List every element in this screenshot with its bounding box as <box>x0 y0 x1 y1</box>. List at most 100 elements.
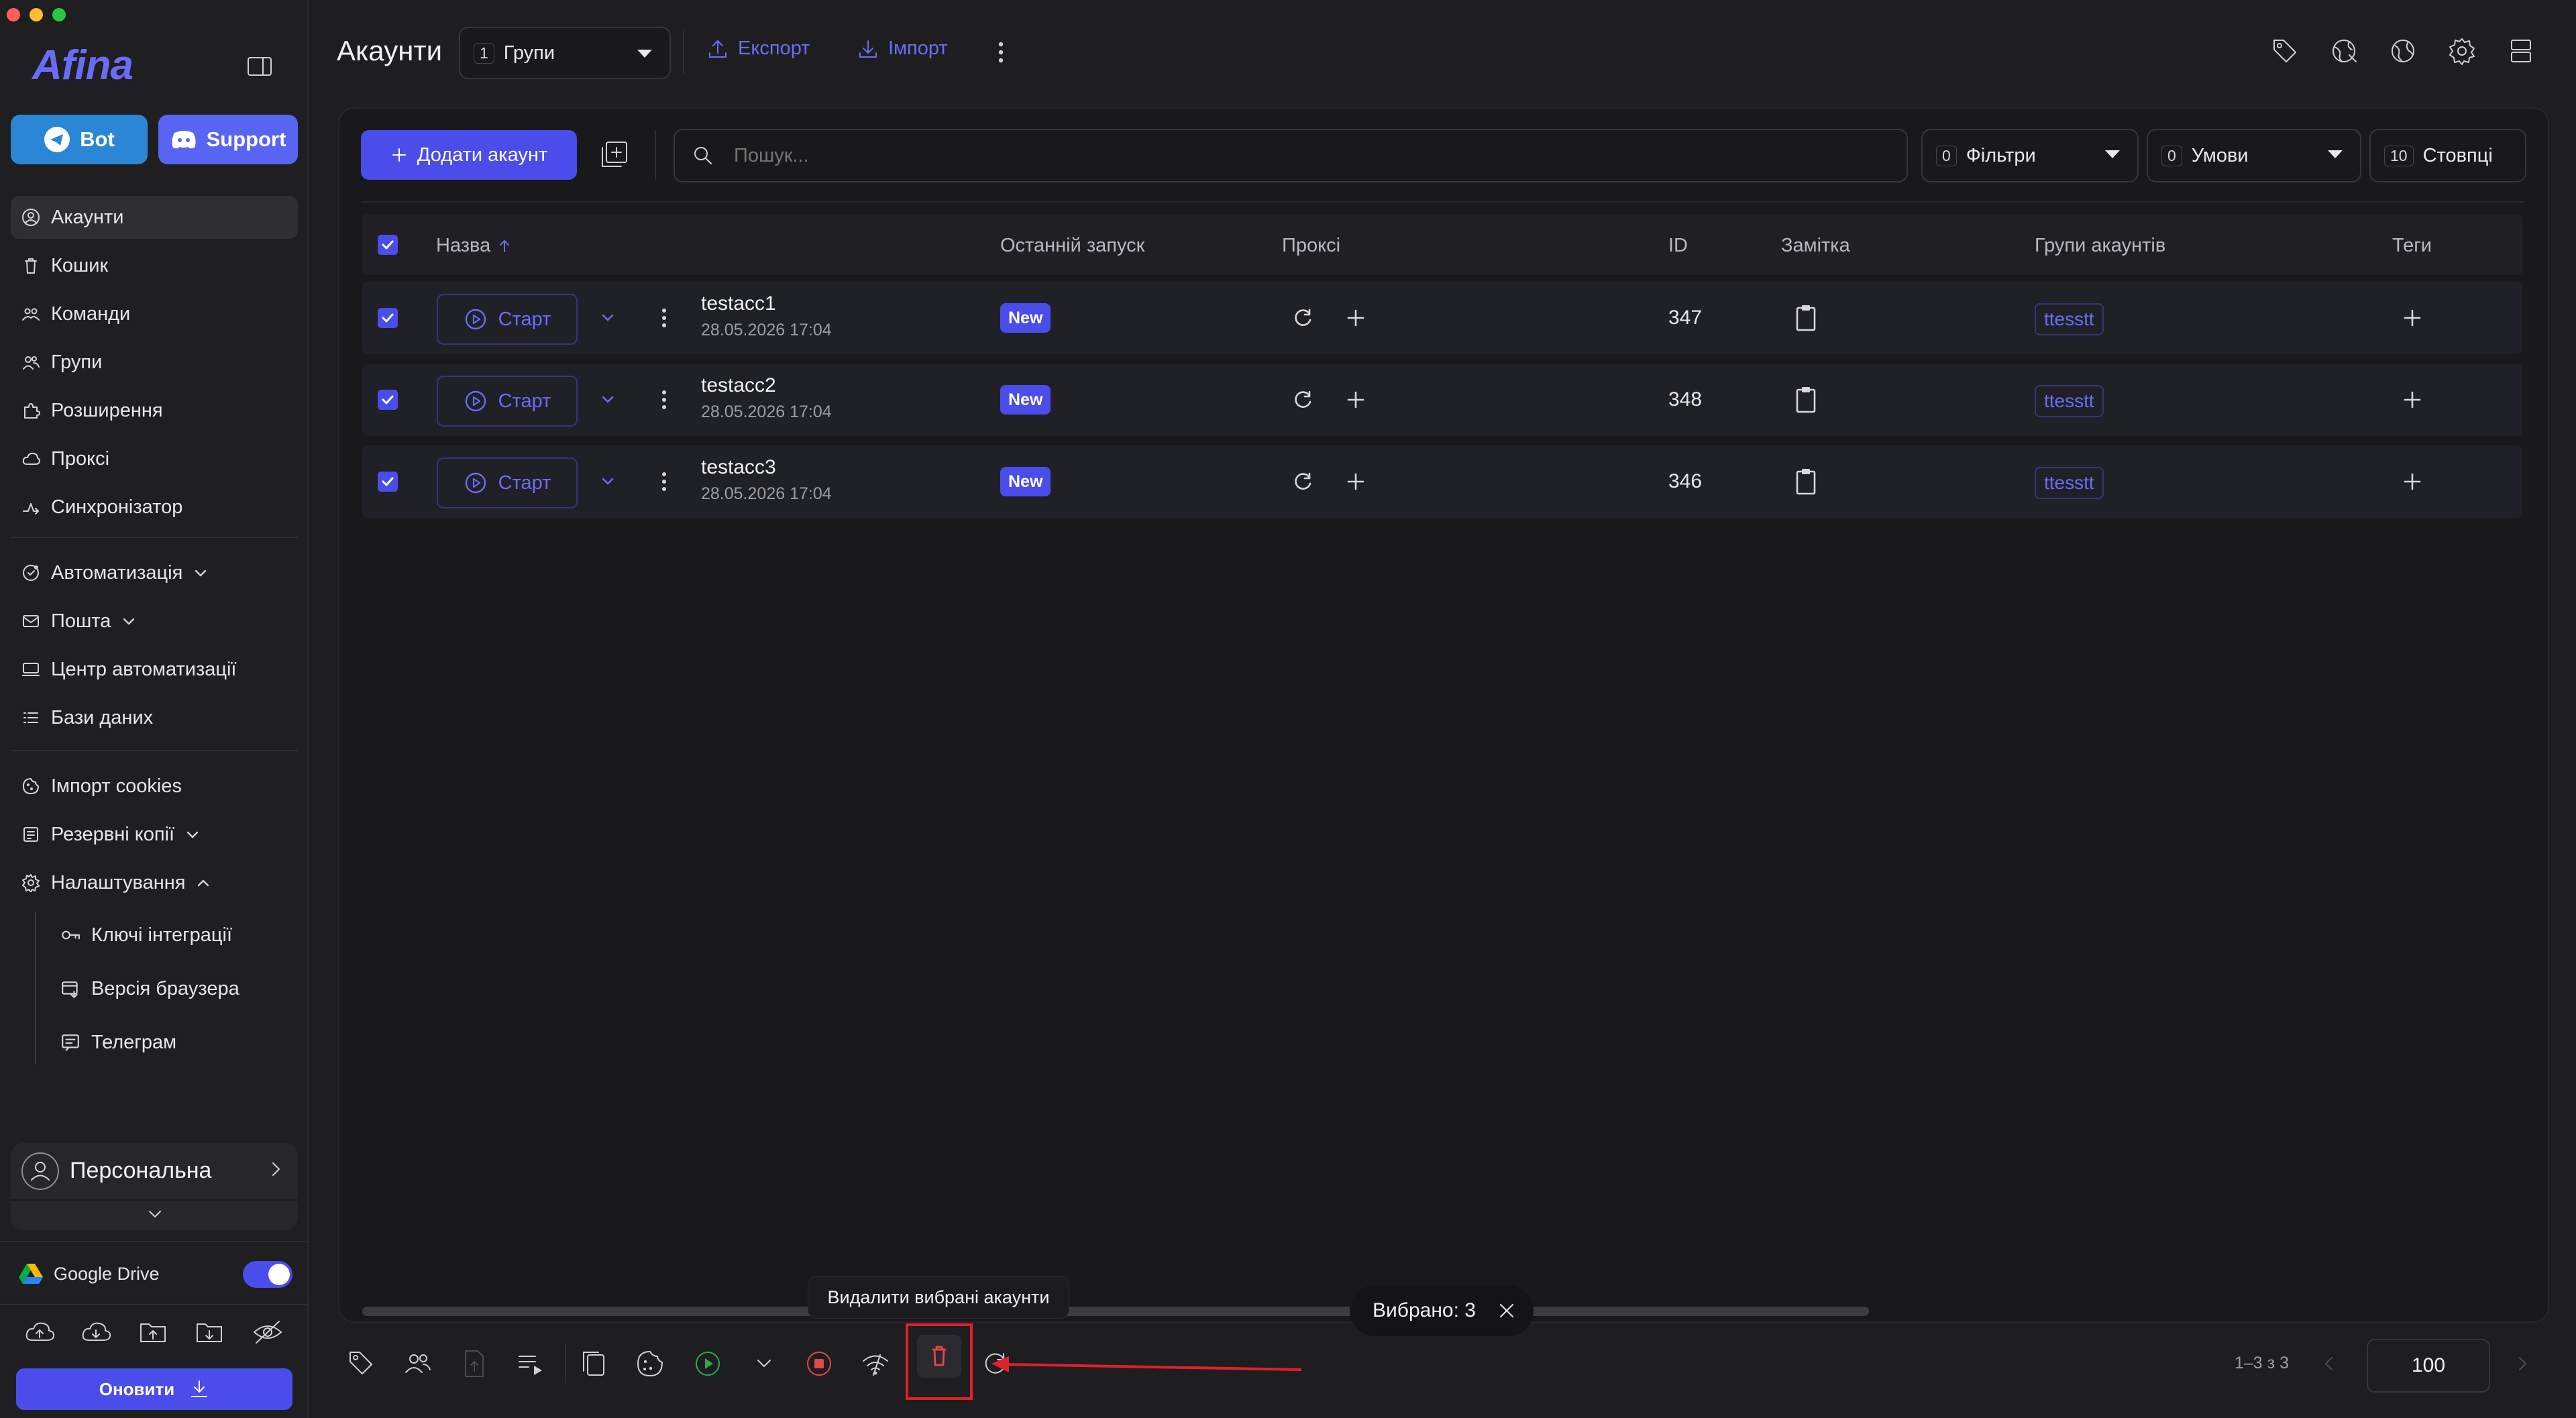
column-header-note[interactable]: Замітка <box>1781 235 1850 257</box>
search-input[interactable] <box>733 144 1876 168</box>
refresh-proxy-icon[interactable] <box>1291 306 1315 330</box>
add-tag-icon[interactable] <box>2400 306 2424 330</box>
horizontal-scrollbar[interactable] <box>362 1307 1869 1316</box>
add-tag-icon[interactable] <box>2400 388 2424 412</box>
more-vertical-icon[interactable] <box>996 39 1006 66</box>
add-proxy-icon[interactable] <box>1344 306 1368 330</box>
note-clipboard-icon[interactable] <box>1792 385 1819 415</box>
eye-off-icon[interactable] <box>252 1319 283 1346</box>
sidebar-item-sidebar-nav-2[interactable]: Команди <box>11 292 298 335</box>
start-button[interactable]: Старт <box>437 457 578 508</box>
sidebar-item-sidebar-nav2-1[interactable]: Пошта <box>11 600 298 643</box>
chevron-down-icon[interactable] <box>184 826 201 843</box>
more-vertical-icon[interactable] <box>659 306 669 330</box>
add-account-button[interactable]: Додати акаунт <box>361 130 577 180</box>
row-checkbox[interactable] <box>378 472 398 492</box>
add-proxy-icon[interactable] <box>1344 470 1368 494</box>
google-drive-toggle[interactable] <box>243 1261 292 1288</box>
account-name[interactable]: testacc1 <box>701 292 776 315</box>
column-header-proxy[interactable]: Проксі <box>1282 235 1340 257</box>
sidebar-item-sidebar-nav-5[interactable]: Проксі <box>11 437 298 480</box>
row-checkbox[interactable] <box>378 390 398 410</box>
copy-icon[interactable] <box>578 1348 609 1379</box>
note-clipboard-icon[interactable] <box>1792 303 1819 333</box>
columns-button[interactable]: 10 Стовпці <box>2369 129 2526 182</box>
select-all-checkbox[interactable] <box>378 235 398 255</box>
add-multiple-icon[interactable] <box>598 140 629 170</box>
conditions-select[interactable]: 0 Умови <box>2147 129 2361 182</box>
table-row[interactable] <box>362 445 2522 518</box>
chevron-right-icon[interactable] <box>266 1159 286 1179</box>
account-name[interactable]: testacc3 <box>701 456 776 479</box>
tag-icon[interactable] <box>346 1348 377 1379</box>
playlist-icon[interactable] <box>515 1348 546 1379</box>
globe-off-icon[interactable] <box>2329 36 2359 66</box>
sidebar-item-sidebar-nav3-0[interactable]: Імпорт cookies <box>11 765 298 808</box>
bot-button[interactable]: Bot <box>11 115 148 164</box>
table-row[interactable] <box>362 364 2522 436</box>
sidebar-subitem-2[interactable]: Телеграм <box>60 1021 176 1064</box>
sidebar-item-sidebar-nav3-1[interactable]: Резервні копії <box>11 813 298 856</box>
chevron-down-icon[interactable] <box>598 472 617 491</box>
play-circle-icon[interactable] <box>692 1348 723 1379</box>
chevron-down-icon[interactable] <box>749 1348 780 1379</box>
search-field[interactable] <box>674 129 1908 182</box>
workspace-selector[interactable]: Персональна <box>11 1143 298 1230</box>
globe-icon[interactable] <box>2388 36 2418 66</box>
folder-download-icon[interactable] <box>195 1319 224 1346</box>
next-page-icon[interactable] <box>2513 1352 2532 1375</box>
account-name[interactable]: testacc2 <box>701 374 776 397</box>
chevron-down-icon[interactable] <box>120 612 138 630</box>
close-icon[interactable] <box>1497 1301 1516 1320</box>
start-button[interactable]: Старт <box>437 376 578 427</box>
account-group-tag[interactable]: ttesstt <box>2035 467 2104 499</box>
sidebar-item-sidebar-nav-0[interactable]: Акаунти <box>11 196 298 239</box>
import-button[interactable]: Імпорт <box>857 38 948 60</box>
settings-icon[interactable] <box>2447 36 2477 66</box>
maximize-window-button[interactable] <box>52 8 66 21</box>
chevron-down-icon[interactable] <box>192 564 209 582</box>
tag-icon[interactable] <box>2270 36 2300 66</box>
page-size-input[interactable]: 100 <box>2367 1339 2490 1393</box>
cloud-upload-icon[interactable] <box>24 1319 55 1346</box>
more-vertical-icon[interactable] <box>659 470 669 494</box>
collapse-sidebar-icon[interactable] <box>247 56 272 76</box>
table-row[interactable] <box>362 282 2522 354</box>
sidebar-subitem-0[interactable]: Ключі інтеграції <box>60 914 232 957</box>
close-window-button[interactable] <box>7 8 20 21</box>
add-tag-icon[interactable] <box>2400 470 2424 494</box>
update-button[interactable]: Оновити <box>16 1368 292 1410</box>
chevron-down-icon[interactable] <box>598 309 617 327</box>
column-header-id[interactable]: ID <box>1668 235 1688 257</box>
sidebar-item-sidebar-nav-6[interactable]: Синхронізатор <box>11 486 298 529</box>
cookie-icon[interactable] <box>635 1348 665 1379</box>
chevron-down-icon[interactable] <box>145 1206 165 1223</box>
refresh-proxy-icon[interactable] <box>1291 388 1315 412</box>
column-header-groups[interactable]: Групи акаунтів <box>2035 235 2165 257</box>
more-vertical-icon[interactable] <box>659 388 669 412</box>
column-header-last-run[interactable]: Останній запуск <box>1000 235 1144 257</box>
delete-selected-button[interactable] <box>917 1335 961 1378</box>
support-button[interactable]: Support <box>158 115 298 164</box>
cloud-download-icon[interactable] <box>80 1319 111 1346</box>
column-header-name[interactable]: Назва <box>436 235 512 257</box>
filters-select[interactable]: 0 Фільтри <box>1921 129 2139 182</box>
account-group-tag[interactable]: ttesstt <box>2035 303 2104 335</box>
add-proxy-icon[interactable] <box>1344 388 1368 412</box>
account-group-tag[interactable]: ttesstt <box>2035 385 2104 417</box>
sidebar-item-sidebar-nav3-2[interactable]: Налаштування <box>11 861 298 904</box>
sidebar-item-sidebar-nav-4[interactable]: Розширення <box>11 389 298 432</box>
sidebar-item-sidebar-nav2-0[interactable]: Автоматизація <box>11 551 298 594</box>
chevron-up-icon[interactable] <box>195 874 212 891</box>
column-header-tags[interactable]: Теги <box>2392 235 2432 257</box>
groups-select[interactable]: 1 Групи <box>459 27 671 79</box>
sidebar-item-sidebar-nav2-2[interactable]: Центр автоматизації <box>11 648 298 691</box>
wifi-off-icon[interactable] <box>860 1348 891 1379</box>
note-clipboard-icon[interactable] <box>1792 467 1819 496</box>
export-button[interactable]: Експорт <box>707 38 810 60</box>
folder-upload-icon[interactable] <box>138 1319 168 1346</box>
sidebar-item-sidebar-nav-1[interactable]: Кошик <box>11 244 298 287</box>
users-icon[interactable] <box>402 1348 433 1379</box>
stop-circle-icon[interactable] <box>804 1348 835 1379</box>
minimize-window-button[interactable] <box>30 8 43 21</box>
